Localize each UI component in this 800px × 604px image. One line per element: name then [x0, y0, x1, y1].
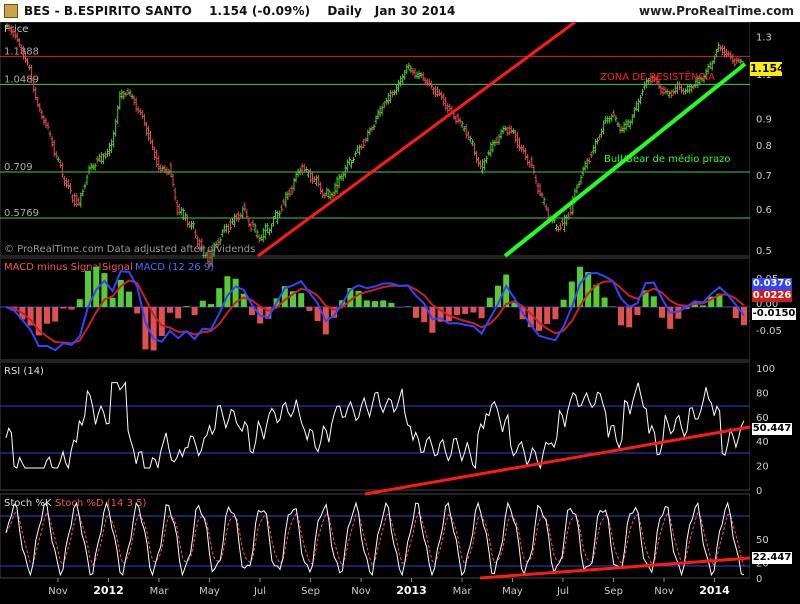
macd-hist-bar [69, 307, 75, 310]
annotation-resistance: ZONA DE RESISTÊNCIA [600, 70, 715, 83]
macd-hist-bar [380, 300, 386, 307]
macd-hist-bar [741, 307, 747, 325]
macd-tag: 0.0376 [752, 278, 792, 290]
macd-hist-bar [610, 306, 616, 307]
period: Daily [327, 4, 362, 18]
x-axis-label: Nov [48, 586, 68, 597]
macd-hist-bar [626, 307, 632, 327]
price-axis-label: 1.3 [756, 32, 772, 43]
date: Jan 30 2014 [375, 4, 456, 18]
macd-hist-bar [462, 307, 468, 314]
stoch-axis-label: 50 [756, 535, 769, 546]
x-axis-label: Nov [351, 586, 371, 597]
macd-hist-bar [298, 293, 304, 307]
macd-hist-bar [134, 307, 140, 314]
x-axis-label: Sep [604, 586, 623, 597]
rsi-title: RSI (14) [4, 366, 44, 377]
x-axis-label: Jul [253, 586, 266, 597]
annotation-trend: Bull/Bear de médio prazo [604, 153, 731, 165]
stoch-title-d: Stoch %D (14 3 5) [55, 498, 146, 509]
macd-hist-bar [110, 298, 116, 307]
macd-hist-bar [200, 301, 206, 307]
macd-hist-bar [388, 303, 394, 307]
price-axis-label: 0.5 [756, 246, 772, 257]
chart-svg[interactable]: Price 1.18881.04890.7090.5769 ZONA DE RE… [0, 22, 800, 600]
level-label: 0.709 [4, 162, 33, 173]
rsi-axis-label: 0 [756, 486, 762, 497]
macd-hist-bar [634, 307, 640, 315]
stoch-title-k: Stoch %K [4, 498, 52, 509]
rsi-axis-label: 100 [756, 364, 775, 375]
last-price: 1.154 (-0.09%) [209, 4, 310, 18]
x-axis-label: May [502, 586, 523, 597]
macd-hist-bar [561, 300, 567, 307]
watermark: © ProRealTime.com Data adjusted after di… [4, 244, 255, 255]
rsi-tag: 50.447 [752, 423, 792, 435]
price-axis-label: 0.8 [756, 141, 772, 152]
macd-hist-bar [364, 300, 370, 307]
x-axis-label: 2014 [699, 584, 730, 597]
macd-hist-bar [479, 307, 485, 318]
macd-hist-bar [552, 307, 558, 319]
x-axis-label: Jul [556, 586, 569, 597]
macd-hist-bar [602, 298, 608, 307]
x-axis-label: Mar [453, 586, 473, 597]
macd-axis-label: -0.05 [756, 326, 782, 337]
signal-tag: 0.0226 [752, 290, 792, 302]
rsi-axis-label: 80 [756, 388, 769, 399]
macd-hist-bar [405, 306, 411, 307]
macd-hist-bar [544, 307, 550, 324]
macd-title-macd: MACD (12 26 9) [135, 262, 214, 273]
instrument-icon[interactable] [4, 4, 18, 18]
header-bar: BES - B.ESPIRITO SANTO 1.154 (-0.09%) Da… [0, 0, 800, 22]
macd-hist-bar [208, 304, 214, 307]
macd-hist-bar [126, 292, 132, 307]
macd-hist-bar [454, 307, 460, 315]
price-axis-label: 0.9 [756, 115, 772, 126]
macd-hist-bar [618, 307, 624, 325]
macd-hist-bar [60, 307, 66, 308]
rsi-axis-label: 20 [756, 462, 769, 473]
macd-hist-bar [44, 307, 50, 324]
macd-hist-bar [52, 307, 58, 322]
x-axis-label: May [199, 586, 220, 597]
x-axis-label: 2013 [396, 584, 427, 597]
macd-hist-bar [487, 298, 493, 307]
macd-hist-bar [306, 307, 312, 311]
x-axis-label: Mar [150, 586, 170, 597]
level-label: 0.5769 [4, 208, 39, 219]
rsi-axis-label: 40 [756, 437, 769, 448]
stoch-tag: 22.447 [752, 552, 792, 564]
rsi-panel[interactable] [0, 362, 750, 490]
price-panel[interactable] [0, 22, 750, 256]
macd-hist-bar [651, 296, 657, 307]
macd-hist-bar [659, 307, 665, 318]
macd-hist-bar [192, 307, 198, 315]
stoch-axis-label: 0 [756, 574, 762, 585]
x-axis: Nov 2012 Mar May Jul Sep Nov 2013 Mar May Jul Sep No… [48, 578, 730, 597]
price-axis-label: 0.6 [756, 205, 772, 216]
x-axis-label: Sep [301, 586, 320, 597]
x-axis-label: Nov [654, 586, 674, 597]
macd-hist-bar [167, 307, 173, 313]
header-info: BES - B.ESPIRITO SANTO 1.154 (-0.09%) Da… [24, 4, 455, 18]
hist-tag: -0.0150 [752, 308, 796, 320]
last-price-tag: 1.154 [750, 62, 782, 76]
macd-hist-bar [372, 301, 378, 307]
chart-area[interactable]: Price 1.18881.04890.7090.5769 ZONA DE RE… [0, 22, 800, 600]
macd-hist-bar [175, 307, 181, 318]
macd-hist-bar [700, 305, 706, 307]
price-axis-label: 0.7 [756, 171, 772, 182]
x-axis-label: 2012 [93, 584, 124, 597]
site-link[interactable]: www.ProRealTime.com [639, 4, 794, 18]
macd-hist-bar [470, 307, 476, 312]
macd-hist-bar [413, 307, 419, 318]
macd-hist-bar [675, 307, 681, 319]
macd-hist-bar [216, 288, 222, 307]
macd-hist-bar [183, 306, 189, 307]
macd-hist-bar [77, 299, 83, 307]
instrument-name: BES - B.ESPIRITO SANTO [24, 4, 192, 18]
